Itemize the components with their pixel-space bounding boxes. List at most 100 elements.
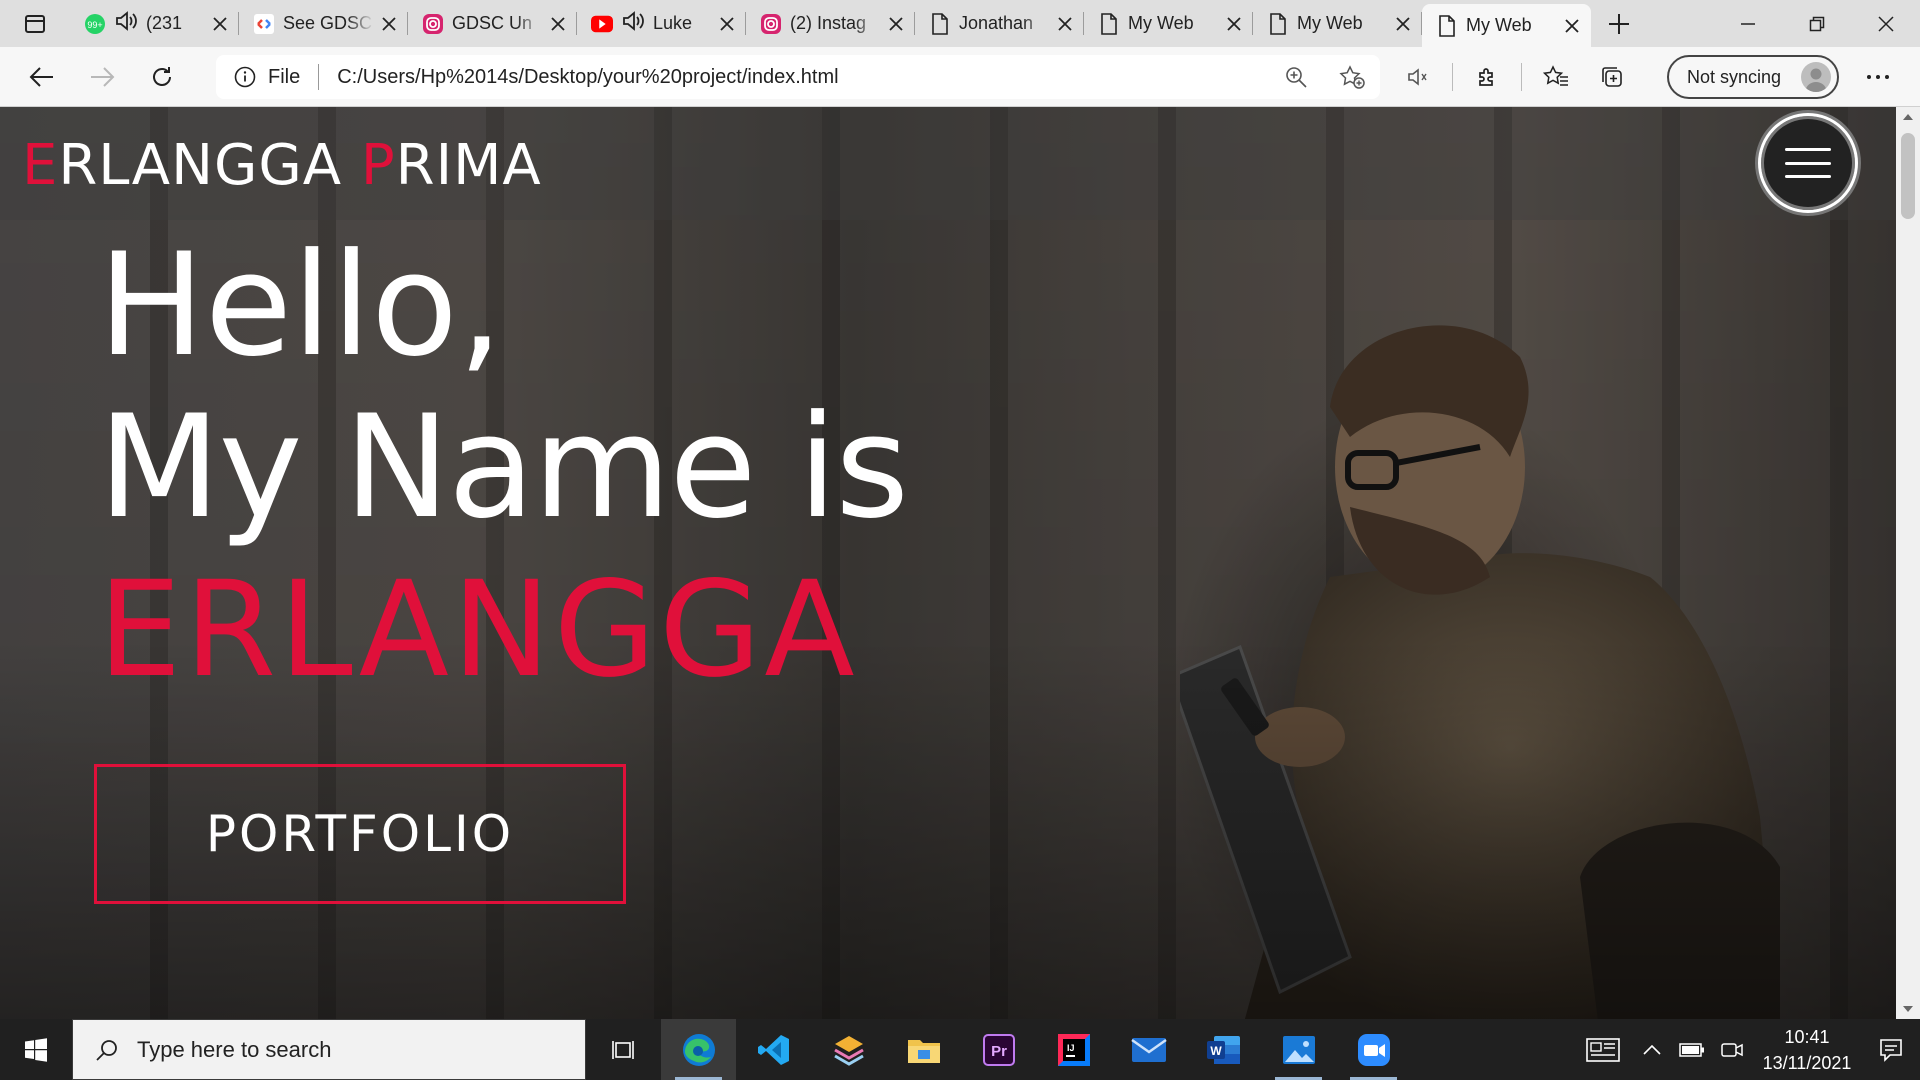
- svg-text:IJ: IJ: [1067, 1043, 1075, 1053]
- system-tray: 10:41 13/11/2021: [1574, 1019, 1920, 1080]
- site-logo[interactable]: ERLANGGA PRIMA: [22, 133, 542, 198]
- logo-text: RIMA: [395, 133, 542, 198]
- close-tab-icon[interactable]: [380, 15, 398, 33]
- taskbar-layers-app[interactable]: [811, 1019, 886, 1080]
- tab-title: My Web: [1297, 13, 1363, 33]
- browser-tab[interactable]: My Web: [1084, 0, 1253, 47]
- close-window-button[interactable]: [1851, 0, 1920, 47]
- clock[interactable]: 10:41 13/11/2021: [1752, 1024, 1862, 1076]
- toolbar-right: [1390, 47, 1640, 107]
- taskbar-word[interactable]: W: [1186, 1019, 1261, 1080]
- toolbar-divider: [1521, 63, 1522, 91]
- back-button[interactable]: [12, 47, 72, 107]
- profile-sync-button[interactable]: Not syncing: [1667, 55, 1839, 99]
- url-text[interactable]: C:/Users/Hp%2014s/Desktop/your%20project…: [337, 66, 1268, 89]
- browser-tab[interactable]: (2) Instag: [746, 0, 915, 47]
- speaker-icon[interactable]: [114, 10, 138, 37]
- taskbar-premiere[interactable]: Pr: [961, 1019, 1036, 1080]
- close-tab-icon[interactable]: [718, 15, 736, 33]
- tab-actions-button[interactable]: [0, 0, 70, 47]
- browser-tab[interactable]: Jonathan: [915, 0, 1084, 47]
- windows-logo-icon: [25, 1037, 47, 1062]
- hamburger-icon: [1785, 148, 1831, 178]
- instagram-icon: [760, 13, 782, 35]
- browser-toolbar: File C:/Users/Hp%2014s/Desktop/your%20pr…: [0, 47, 1920, 107]
- meet-now-button[interactable]: [1712, 1019, 1752, 1080]
- battery-button[interactable]: [1672, 1019, 1712, 1080]
- start-button[interactable]: [0, 1019, 72, 1080]
- taskbar-zoom[interactable]: [1336, 1019, 1411, 1080]
- hero-name: ERLANGGA: [98, 553, 858, 707]
- svg-text:99+: 99+: [87, 20, 102, 30]
- tab-title: (2) Instag: [790, 13, 867, 33]
- close-tab-icon[interactable]: [549, 15, 567, 33]
- hero-line-intro: My Name is: [98, 385, 909, 550]
- address-divider: [318, 64, 320, 90]
- browser-tab[interactable]: GDSC Un: [408, 0, 577, 47]
- zoom-button[interactable]: [1268, 66, 1324, 88]
- read-aloud-button[interactable]: [1390, 47, 1446, 107]
- notifications-button[interactable]: [1862, 1019, 1920, 1080]
- extensions-button[interactable]: [1459, 47, 1515, 107]
- page-icon: [1098, 12, 1120, 35]
- refresh-icon: [153, 66, 171, 86]
- info-icon[interactable]: [234, 66, 256, 88]
- word-icon: W: [1206, 1035, 1240, 1064]
- tab-title: (231: [146, 13, 183, 33]
- scroll-down-icon[interactable]: [1896, 999, 1920, 1019]
- browser-tab[interactable]: My Web: [1253, 0, 1422, 47]
- close-tab-icon[interactable]: [211, 15, 229, 33]
- logo-initial: E: [22, 133, 59, 198]
- taskbar-search-box[interactable]: Type here to search: [72, 1019, 586, 1080]
- restore-button[interactable]: [1782, 0, 1851, 47]
- close-tab-icon[interactable]: [1056, 15, 1074, 33]
- refresh-button[interactable]: [132, 47, 192, 107]
- premiere-icon: Pr: [982, 1033, 1015, 1066]
- settings-more-button[interactable]: [1848, 47, 1908, 107]
- taskbar-photos[interactable]: [1261, 1019, 1336, 1080]
- scrollbar-thumb[interactable]: [1901, 133, 1915, 219]
- add-favorite-button[interactable]: [1324, 65, 1380, 89]
- portfolio-button[interactable]: PORTFOLIO: [94, 764, 626, 904]
- close-tab-icon[interactable]: [1394, 15, 1412, 33]
- new-tab-button[interactable]: [1591, 0, 1647, 47]
- taskbar-vscode[interactable]: [736, 1019, 811, 1080]
- taskbar-intellij[interactable]: IJ: [1036, 1019, 1111, 1080]
- instagram-icon: [422, 13, 444, 35]
- hero-heading: Hello, My Name is ERLANGGA: [98, 223, 909, 707]
- taskbar-edge[interactable]: [661, 1019, 736, 1080]
- collections-button[interactable]: [1584, 47, 1640, 107]
- address-bar[interactable]: File C:/Users/Hp%2014s/Desktop/your%20pr…: [216, 55, 1380, 99]
- close-tab-icon[interactable]: [887, 15, 905, 33]
- scroll-up-icon[interactable]: [1896, 107, 1920, 127]
- speaker-icon[interactable]: [621, 10, 645, 37]
- sync-status-label: Not syncing: [1687, 66, 1782, 87]
- taskbar-mail[interactable]: [1111, 1019, 1186, 1080]
- close-tab-icon[interactable]: [1563, 17, 1581, 35]
- close-tab-icon[interactable]: [1225, 15, 1243, 33]
- browser-tab[interactable]: 99+ (231: [70, 0, 239, 47]
- puzzle-icon: [1479, 68, 1493, 86]
- show-hidden-icons-button[interactable]: [1632, 1019, 1672, 1080]
- site-scheme-label[interactable]: File: [268, 66, 300, 89]
- favorites-button[interactable]: [1528, 47, 1584, 107]
- minimize-button[interactable]: [1713, 0, 1782, 47]
- browser-tab-active[interactable]: My Web: [1422, 4, 1591, 47]
- browser-tab[interactable]: See GDSC: [239, 0, 408, 47]
- forward-button[interactable]: [72, 47, 132, 107]
- svg-text:W: W: [1210, 1044, 1222, 1058]
- menu-toggle-button[interactable]: [1758, 113, 1858, 213]
- news-widget-button[interactable]: [1574, 1019, 1632, 1080]
- windows-taskbar: Type here to search Pr IJ W 10:41 13/11/…: [0, 1019, 1920, 1080]
- search-placeholder: Type here to search: [137, 1036, 332, 1062]
- collections-icon: [1602, 67, 1622, 87]
- task-view-button[interactable]: [586, 1019, 661, 1080]
- page-scrollbar[interactable]: [1896, 107, 1920, 1019]
- hero-line-greeting: Hello,: [98, 223, 504, 388]
- tab-actions-icon: [25, 14, 45, 33]
- favorites-star-icon: [1543, 65, 1568, 86]
- toolbar-divider: [1452, 63, 1453, 91]
- star-add-icon: [1339, 65, 1365, 89]
- taskbar-file-explorer[interactable]: [886, 1019, 961, 1080]
- browser-tab[interactable]: Luke: [577, 0, 746, 47]
